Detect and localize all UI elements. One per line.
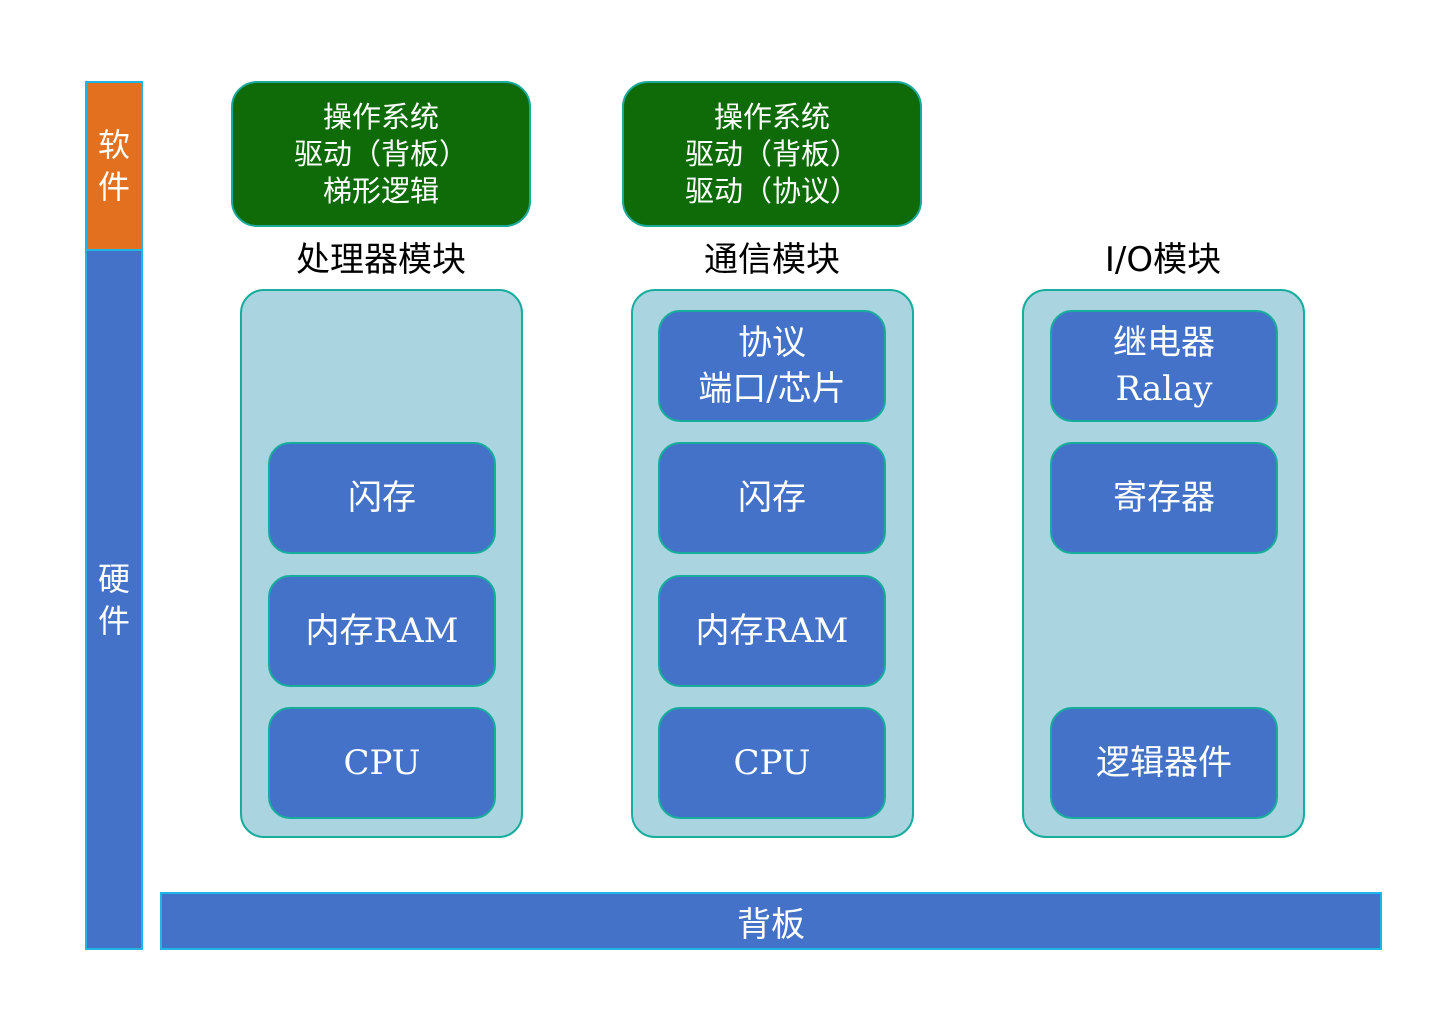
chip-label: 端口/芯片 — [698, 369, 846, 409]
hardware-char-2: 件 — [97, 601, 130, 640]
chip-label: 协议 — [738, 323, 806, 363]
chip-label: 继电器 — [1113, 323, 1215, 363]
ram-chip: 内存RAM — [268, 575, 496, 687]
comm-module-title: 通信模块 — [704, 240, 840, 280]
relay-chip: 继电器 Ralay — [1050, 310, 1278, 422]
backplane-bar: 背板 — [160, 892, 1382, 950]
chip-label: 逻辑器件 — [1096, 743, 1232, 783]
chip-label: 内存RAM — [695, 611, 849, 651]
software-char-2: 件 — [97, 168, 130, 206]
software-line: 操作系统 — [713, 99, 830, 134]
hardware-layer-label: 硬 件 — [85, 251, 143, 950]
backplane-label: 背板 — [737, 904, 805, 945]
flash-chip: 闪存 — [658, 442, 886, 554]
register-chip: 寄存器 — [1050, 442, 1278, 554]
chip-label: CPU — [343, 743, 421, 783]
chip-label: 闪存 — [348, 478, 416, 518]
processor-software-box: 操作系统 驱动（背板） 梯形逻辑 — [231, 81, 531, 227]
chip-label: 闪存 — [738, 478, 806, 518]
chip-label: 寄存器 — [1113, 478, 1215, 518]
logic-device-chip: 逻辑器件 — [1050, 707, 1278, 819]
software-line: 操作系统 — [322, 99, 439, 134]
flash-chip: 闪存 — [268, 442, 496, 554]
cpu-chip: CPU — [658, 707, 886, 819]
protocol-port-chip: 协议 端口/芯片 — [658, 310, 886, 422]
cpu-chip: CPU — [268, 707, 496, 819]
chip-label: CPU — [733, 743, 811, 783]
chip-label: 内存RAM — [305, 611, 459, 651]
software-line: 梯形逻辑 — [322, 173, 439, 208]
hardware-char-1: 硬 — [97, 559, 130, 598]
software-line: 驱动（背板） — [293, 136, 468, 171]
software-line: 驱动（协议） — [684, 173, 859, 208]
software-char-1: 软 — [97, 126, 130, 164]
processor-module-title: 处理器模块 — [296, 240, 466, 280]
ram-chip: 内存RAM — [658, 575, 886, 687]
comm-software-box: 操作系统 驱动（背板） 驱动（协议） — [622, 81, 922, 227]
software-layer-label: 软 件 — [85, 81, 143, 251]
chip-label: Ralay — [1115, 369, 1213, 409]
software-line: 驱动（背板） — [684, 136, 859, 171]
io-module-title: I/O模块 — [1104, 240, 1222, 280]
